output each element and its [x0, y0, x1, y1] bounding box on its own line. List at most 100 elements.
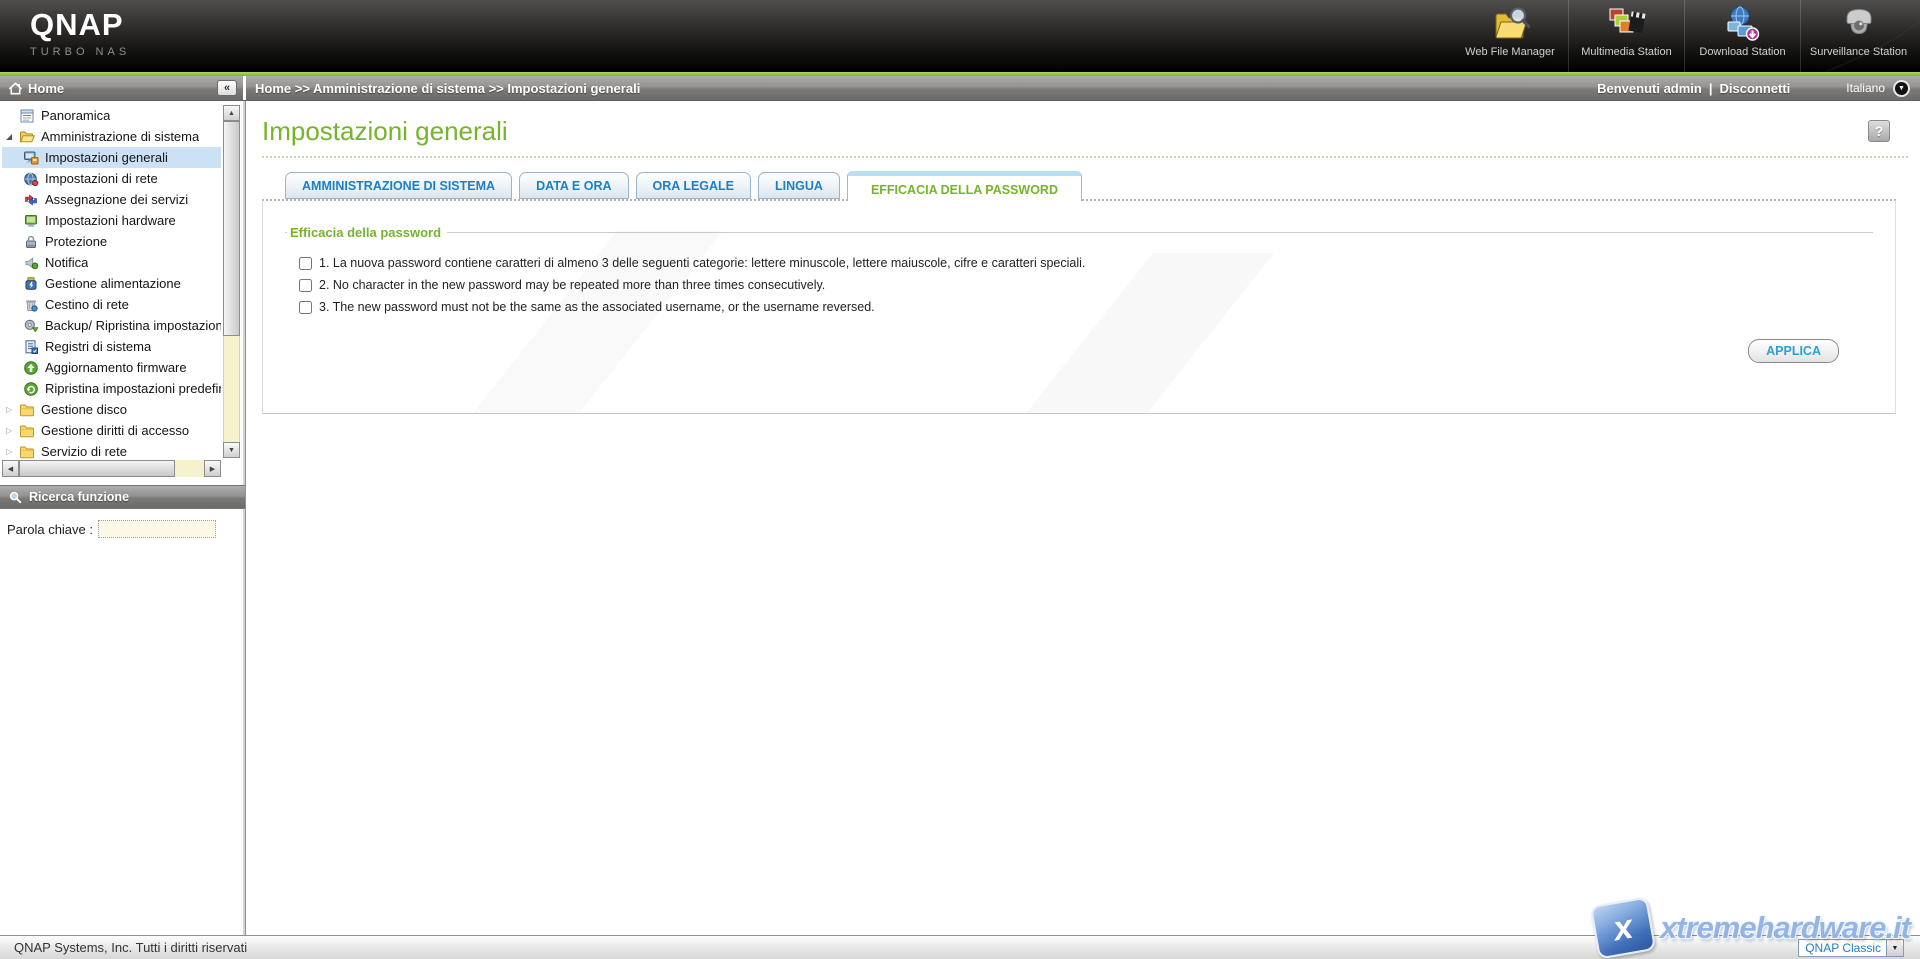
expander-collapsed-icon[interactable]: ▷	[6, 426, 19, 435]
vertical-scroll-track	[223, 336, 240, 442]
main-content: ? Impostazioni generali AMMINISTRAZIONE …	[246, 101, 1920, 935]
function-search-header: Ricerca funzione	[0, 485, 245, 509]
download-station-icon	[1723, 4, 1763, 44]
tree-item-label: Gestione diritti di accesso	[41, 423, 190, 438]
keyword-input[interactable]	[98, 520, 216, 538]
tree-item-protezione[interactable]: Protezione	[2, 231, 221, 252]
title-divider	[262, 156, 1908, 158]
tab-lingua[interactable]: LINGUA	[758, 172, 840, 199]
tree-item-label: Backup/ Ripristina impostazioni	[45, 318, 221, 333]
language-dropdown-button[interactable]: ▼	[1893, 79, 1910, 97]
breadcrumb[interactable]: Home >> Amministrazione di sistema >> Im…	[255, 81, 1597, 96]
scroll-left-icon[interactable]: ◀	[2, 460, 19, 477]
tree-item-label: Ripristina impostazioni predefinite	[45, 381, 221, 396]
sidebar: Panoramica ◢ Amministrazione di sistema …	[0, 101, 246, 935]
backup-restore-icon	[23, 318, 40, 334]
tree-item-gestione-diritti-di-accesso[interactable]: ▷ Gestione diritti di accesso	[2, 420, 221, 441]
station-web-file-manager[interactable]: Web File Manager	[1452, 0, 1568, 72]
tree-item-impostazioni-di-rete[interactable]: Impostazioni di rete	[2, 168, 221, 189]
top-header: QNAP TURBO NAS Web File Manager Multimed…	[0, 0, 1920, 72]
tree-item-amministrazione-di-sistema[interactable]: ◢ Amministrazione di sistema	[2, 126, 221, 147]
tree-item-backup-ripristina-impostazioni[interactable]: Backup/ Ripristina impostazioni	[2, 315, 221, 336]
station-multimedia-station[interactable]: Multimedia Station	[1568, 0, 1684, 72]
tab-efficacia-della-password[interactable]: EFFICACIA DELLA PASSWORD	[846, 171, 1082, 201]
power-management-icon	[23, 276, 40, 292]
password-rule: 2. No character in the new password may …	[299, 274, 1895, 296]
tree-item-label: Panoramica	[41, 108, 111, 123]
scroll-right-icon[interactable]: ▶	[204, 460, 221, 477]
horizontal-scroll-track	[175, 460, 204, 477]
station-surveillance-station[interactable]: Surveillance Station	[1800, 0, 1916, 72]
folder-closed-icon	[19, 444, 36, 460]
theme-select[interactable]: QNAP Classic ▼	[1798, 939, 1904, 957]
tree-item-panoramica[interactable]: Panoramica	[2, 105, 221, 126]
horizontal-scroll-thumb[interactable]	[19, 460, 175, 477]
qnap-logo: QNAP	[30, 7, 124, 42]
tree-item-label: Registri di sistema	[45, 339, 152, 354]
tree-item-gestione-alimentazione[interactable]: Gestione alimentazione	[2, 273, 221, 294]
tree-item-label: Notifica	[45, 255, 89, 270]
tree-item-label: Impostazioni di rete	[45, 171, 158, 186]
multimedia-station-icon	[1607, 4, 1647, 44]
copyright-text: QNAP Systems, Inc. Tutti i diritti riser…	[14, 940, 248, 955]
tree-item-registri-di-sistema[interactable]: Registri di sistema	[2, 336, 221, 357]
password-rule-checkbox[interactable]	[299, 256, 312, 270]
fieldset-legend: Efficacia della password	[290, 225, 442, 240]
general-settings-icon	[23, 150, 40, 166]
sub-header: Home « Home >> Amministrazione di sistem…	[0, 76, 1920, 101]
password-rule-checkbox[interactable]	[299, 278, 312, 292]
sidebar-collapse-button[interactable]: «	[217, 80, 237, 96]
tree-item-aggiornamento-firmware[interactable]: Aggiornamento firmware	[2, 357, 221, 378]
vertical-scroll-thumb[interactable]	[223, 121, 240, 336]
restore-defaults-icon	[23, 381, 40, 397]
password-rule-checkbox[interactable]	[299, 300, 312, 314]
network-recycle-bin-icon	[23, 297, 40, 313]
tree-item-label: Aggiornamento firmware	[45, 360, 187, 375]
station-label: Multimedia Station	[1581, 46, 1672, 58]
tree-item-impostazioni-hardware[interactable]: Impostazioni hardware	[2, 210, 221, 231]
qnap-admin-window: QNAP TURBO NAS Web File Manager Multimed…	[0, 0, 1920, 959]
logout-link[interactable]: Disconnetti	[1720, 81, 1791, 96]
navigation-tree: Panoramica ◢ Amministrazione di sistema …	[2, 105, 221, 460]
tree-item-assegnazione-dei-servizi[interactable]: Assegnazione dei servizi	[2, 189, 221, 210]
apply-button[interactable]: APPLICA	[1748, 339, 1839, 363]
expander-expanded-icon[interactable]: ◢	[6, 132, 19, 141]
tree-item-label: Impostazioni hardware	[45, 213, 176, 228]
system-logs-icon	[23, 339, 40, 355]
tab-ora-legale[interactable]: ORA LEGALE	[635, 172, 752, 199]
password-strength-fieldset: Efficacia della password	[285, 225, 1873, 240]
function-search-body: Parola chiave :	[0, 509, 245, 538]
tab-content-panel: Efficacia della password 1. La nuova pas…	[262, 199, 1896, 414]
expander-collapsed-icon[interactable]: ▷	[6, 447, 19, 456]
tree-horizontal-scrollbar: ◀ ▶	[2, 460, 221, 477]
help-button[interactable]: ?	[1868, 120, 1890, 142]
tree-item-notifica[interactable]: Notifica	[2, 252, 221, 273]
scroll-up-icon[interactable]: ▲	[223, 105, 240, 121]
tree-item-cestino-di-rete[interactable]: Cestino di rete	[2, 294, 221, 315]
tree-vertical-scrollbar: ▲ ▼	[223, 105, 240, 458]
tree-item-label: Gestione disco	[41, 402, 127, 417]
select-arrow-icon: ▼	[1886, 940, 1903, 956]
home-icon	[8, 81, 23, 96]
expander-collapsed-icon[interactable]: ▷	[6, 405, 19, 414]
theme-select-value: QNAP Classic	[1805, 941, 1881, 955]
tree-item-ripristina-impostazioni-predefinite[interactable]: Ripristina impostazioni predefinite	[2, 378, 221, 399]
station-download-station[interactable]: Download Station	[1684, 0, 1800, 72]
turbo-nas-label: TURBO NAS	[30, 46, 131, 58]
tree-item-label: Protezione	[45, 234, 108, 249]
language-label: Italiano	[1846, 81, 1885, 95]
tree-item-servizio-di-rete[interactable]: ▷ Servizio di rete	[2, 441, 221, 460]
tree-item-gestione-disco[interactable]: ▷ Gestione disco	[2, 399, 221, 420]
tree-item-impostazioni-generali[interactable]: Impostazioni generali	[2, 147, 221, 168]
search-icon	[8, 490, 23, 505]
tree-item-label: Cestino di rete	[45, 297, 129, 312]
overview-icon	[19, 108, 36, 124]
status-bar: QNAP Systems, Inc. Tutti i diritti riser…	[0, 935, 1920, 959]
station-label: Download Station	[1699, 46, 1786, 58]
tab-amministrazione-di-sistema[interactable]: AMMINISTRAZIONE DI SISTEMA	[285, 172, 513, 199]
tab-data-e-ora[interactable]: DATA E ORA	[519, 172, 629, 199]
web-file-manager-icon	[1490, 4, 1530, 44]
settings-tabs: AMMINISTRAZIONE DI SISTEMA DATA E ORA ORA …	[285, 171, 1920, 201]
scroll-down-icon[interactable]: ▼	[223, 442, 240, 458]
function-search-title: Ricerca funzione	[29, 490, 130, 504]
